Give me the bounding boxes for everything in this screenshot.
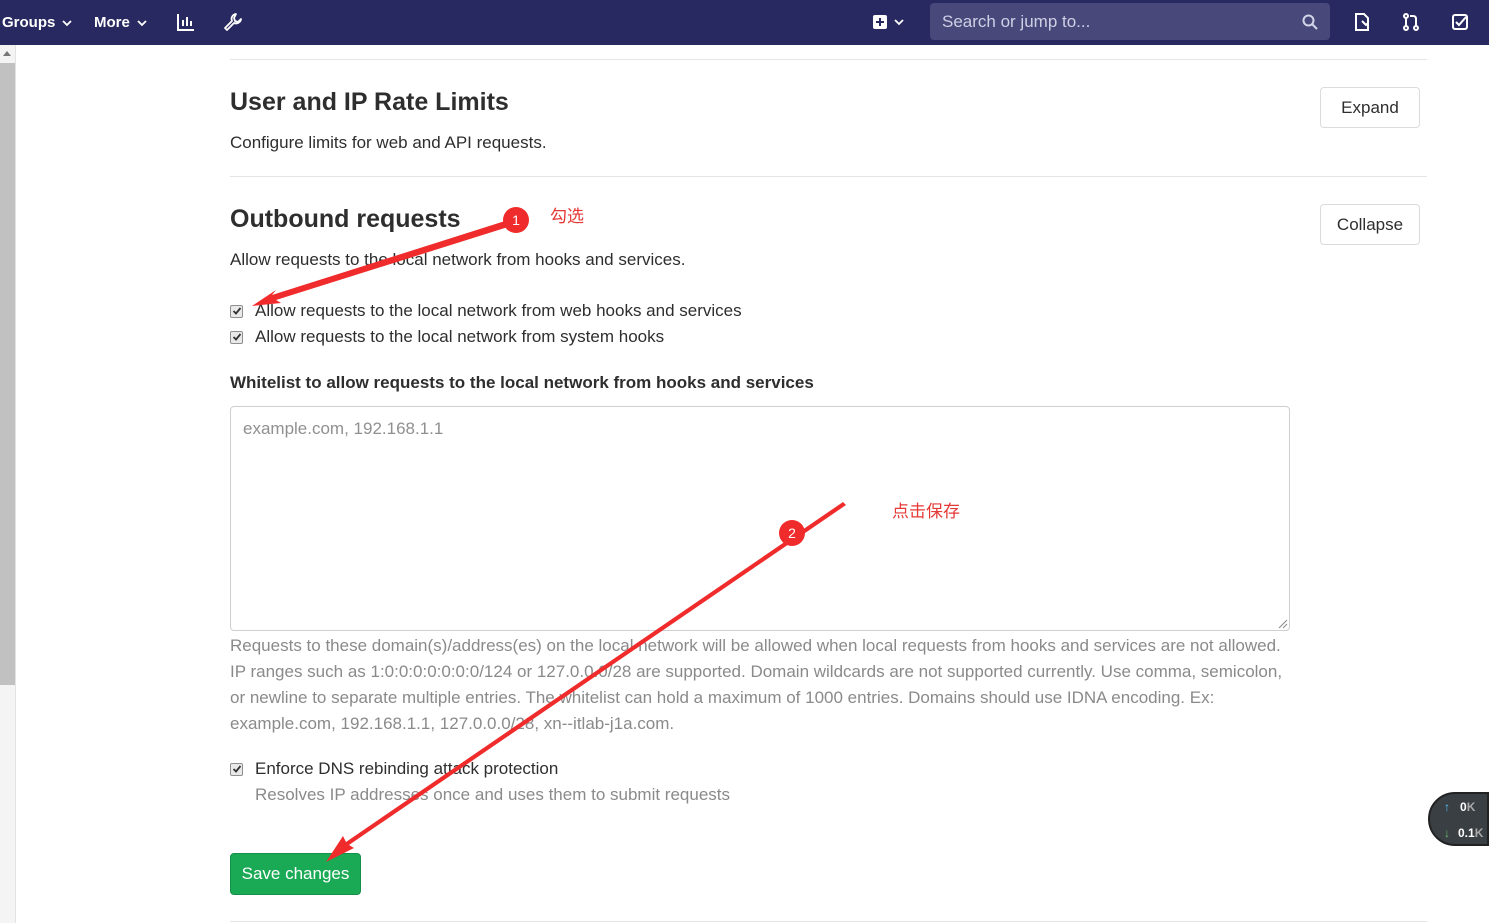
rate-limits-title: User and IP Rate Limits	[230, 88, 509, 116]
chevron-down-icon	[137, 19, 147, 26]
system-hooks-checkbox-row[interactable]: Allow requests to the local network from…	[230, 327, 664, 347]
chevron-down-icon	[893, 19, 904, 26]
annotation-step-2-text: 点击保存	[892, 502, 960, 522]
search-icon	[1302, 14, 1318, 30]
groups-label: Groups	[2, 14, 56, 31]
download-speed: ↓ 0.1K	[1444, 826, 1483, 840]
top-navbar: Groups More	[0, 0, 1489, 45]
annotation-step-2-badge: 2	[779, 520, 805, 546]
dns-rebinding-checkbox-label[interactable]: Enforce DNS rebinding attack protection	[255, 759, 558, 779]
plus-square-icon	[872, 15, 887, 29]
collapse-button[interactable]: Collapse	[1320, 204, 1420, 245]
resize-grip-icon[interactable]	[1276, 617, 1288, 629]
new-item-dropdown[interactable]	[866, 8, 910, 36]
expand-button[interactable]: Expand	[1320, 87, 1420, 128]
download-arrow-icon: ↓	[1444, 826, 1450, 840]
upload-unit: K	[1466, 800, 1476, 814]
network-speed-widget[interactable]: ↑ 0K ↓ 0.1K	[1428, 792, 1489, 846]
save-changes-button[interactable]: Save changes	[230, 853, 361, 895]
web-hooks-checkbox-label[interactable]: Allow requests to the local network from…	[255, 301, 742, 321]
system-hooks-checkbox[interactable]	[230, 330, 243, 344]
download-unit: K	[1474, 826, 1484, 840]
web-hooks-checkbox[interactable]	[230, 304, 243, 318]
admin-wrench-icon[interactable]	[219, 8, 247, 36]
divider	[230, 59, 1427, 60]
whitelist-label: Whitelist to allow requests to the local…	[230, 373, 814, 392]
divider	[230, 176, 1427, 177]
whitelist-help-text: Requests to these domain(s)/address(es) …	[230, 636, 1283, 733]
todos-icon[interactable]	[1446, 8, 1474, 36]
divider	[230, 921, 1427, 922]
checkmark-icon	[232, 307, 241, 315]
rate-limits-description: Configure limits for web and API request…	[230, 133, 547, 152]
dns-rebinding-checkbox-row[interactable]: Enforce DNS rebinding attack protection	[230, 759, 558, 779]
checkmark-icon	[232, 765, 241, 773]
scrollbar-thumb[interactable]	[0, 63, 15, 685]
whitelist-textarea[interactable]	[230, 406, 1290, 631]
more-dropdown[interactable]: More	[94, 0, 148, 45]
scroll-up-arrow-icon[interactable]	[3, 51, 11, 56]
activity-chart-icon[interactable]	[172, 8, 200, 36]
annotation-step-1-text: 勾选	[550, 207, 584, 227]
annotation-step-1-badge: 1	[503, 207, 529, 233]
download-value: 0.1	[1458, 826, 1475, 840]
dns-rebinding-checkbox[interactable]	[230, 762, 243, 776]
issues-icon[interactable]	[1348, 8, 1376, 36]
more-label: More	[94, 14, 130, 31]
outbound-requests-description: Allow requests to the local network from…	[230, 250, 686, 269]
search-input[interactable]	[942, 11, 1302, 32]
upload-value: 0	[1460, 800, 1467, 814]
search-box[interactable]	[930, 3, 1330, 40]
checkmark-icon	[232, 333, 241, 341]
groups-dropdown[interactable]: Groups	[2, 0, 73, 45]
chevron-down-icon	[62, 19, 72, 26]
outbound-requests-title: Outbound requests	[230, 205, 461, 233]
merge-requests-icon[interactable]	[1397, 8, 1425, 36]
web-hooks-checkbox-row[interactable]: Allow requests to the local network from…	[230, 301, 742, 321]
upload-speed: ↑ 0K	[1444, 800, 1475, 814]
dns-rebinding-help-text: Resolves IP addresses once and uses them…	[255, 785, 730, 804]
vertical-scrollbar[interactable]	[0, 45, 16, 923]
system-hooks-checkbox-label[interactable]: Allow requests to the local network from…	[255, 327, 664, 347]
upload-arrow-icon: ↑	[1444, 800, 1450, 814]
